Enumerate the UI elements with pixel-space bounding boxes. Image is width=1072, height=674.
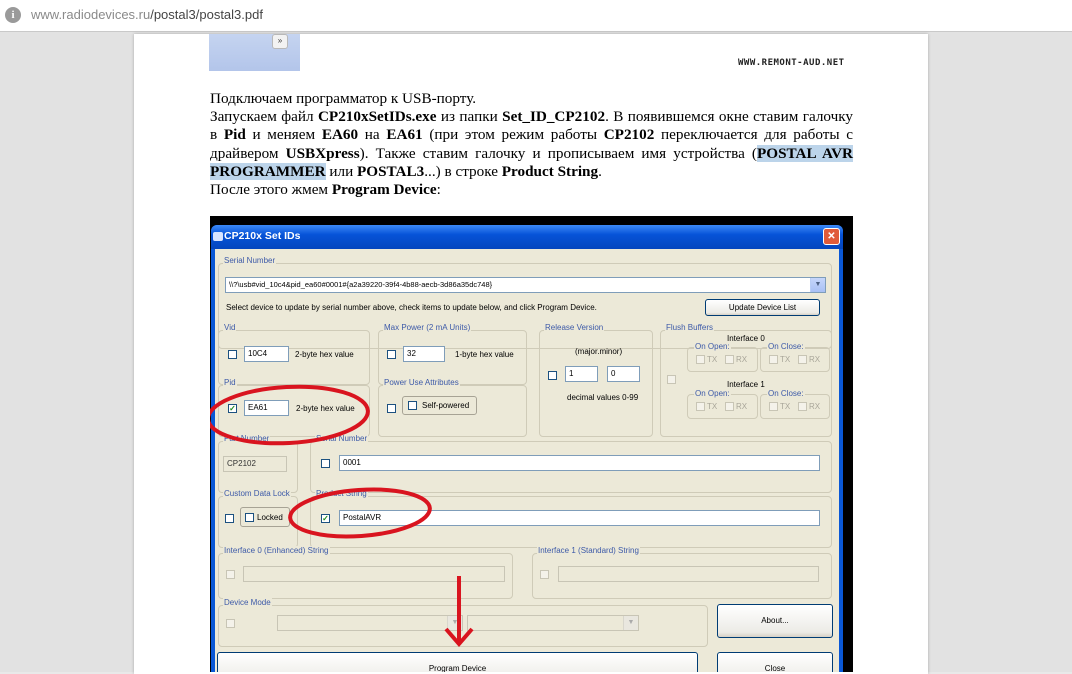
serial-number-input[interactable]: 0001 — [339, 455, 820, 471]
cp210x-window: CP210x Set IDs ✕ Serial Number \\?\usb#v… — [211, 225, 843, 672]
close-icon[interactable]: ✕ — [823, 228, 840, 245]
self-powered-checkbox[interactable] — [408, 401, 417, 410]
custom-data-lock-label: Custom Data Lock — [223, 489, 291, 498]
part-number-label: Part Number — [223, 434, 271, 443]
custom-data-lock-checkbox[interactable] — [225, 514, 234, 523]
iface0-close-tx-checkbox[interactable] — [769, 355, 778, 364]
release-major-input[interactable]: 1 — [565, 366, 598, 382]
paragraph-run: Запускаем файл CP210xSetIDs.exe из папки… — [210, 108, 854, 180]
release-checkbox[interactable] — [548, 371, 557, 380]
decimal-values-label: decimal values 0-99 — [567, 393, 639, 402]
hint-text: Select device to update by serial number… — [226, 303, 597, 312]
iface1-open-tx-checkbox[interactable] — [696, 402, 705, 411]
power-use-label: Power Use Attributes — [383, 378, 460, 387]
chevron-down-icon[interactable]: ▼ — [810, 278, 825, 292]
interface1-string-input[interactable] — [558, 566, 819, 582]
product-string-checkbox[interactable]: ✓ — [321, 514, 330, 523]
flush-buffers-label: Flush Buffers — [665, 323, 714, 332]
url-host: www.radiodevices.ru — [31, 7, 151, 22]
about-button[interactable]: About... — [717, 604, 833, 638]
vid-checkbox[interactable] — [228, 350, 237, 359]
product-string-label: Product String — [315, 489, 368, 498]
release-version-label: Release Version — [544, 323, 605, 332]
update-device-list-button[interactable]: Update Device List — [705, 299, 820, 316]
rx-label: RX — [736, 402, 748, 411]
interface1-label: Interface 1 — [727, 380, 765, 389]
app-icon — [213, 232, 223, 241]
interface0-string-checkbox[interactable] — [226, 570, 235, 579]
iface1-open-rx-checkbox[interactable] — [725, 402, 734, 411]
locked-label: Locked — [257, 513, 283, 522]
window-title: CP210x Set IDs — [224, 230, 301, 242]
max-power-checkbox[interactable] — [387, 350, 396, 359]
iface0-close-rx-checkbox[interactable] — [798, 355, 807, 364]
device-mode-label: Device Mode — [223, 598, 272, 607]
vid-label: Vid — [223, 323, 237, 332]
tx-label: TX — [707, 402, 718, 411]
iface0-open-rx-checkbox[interactable] — [725, 355, 734, 364]
rx-label: RX — [809, 355, 821, 364]
serial-number-dropdown[interactable]: \\?\usb#vid_10c4&pid_ea60#0001#{a2a39220… — [225, 277, 826, 293]
rx-label: RX — [736, 355, 748, 364]
url-path: /postal3/postal3.pdf — [150, 7, 263, 22]
chevron-down-icon: ▼ — [623, 616, 638, 630]
interface0-string-label: Interface 0 (Enhanced) String — [223, 546, 330, 555]
tx-label: TX — [780, 402, 791, 411]
device-mode-dropdown-1[interactable]: ▼ — [467, 615, 639, 631]
serial-number-checkbox[interactable] — [321, 459, 330, 468]
device-mode-checkbox[interactable] — [226, 619, 235, 628]
pid-input[interactable]: EA61 — [244, 400, 289, 416]
pid-hex-label: 2-byte hex value — [296, 404, 355, 413]
interface0-string-input[interactable] — [243, 566, 505, 582]
iface0-on-open-label: On Open: — [694, 342, 731, 351]
chevron-double-down-icon: » — [272, 34, 288, 49]
major-minor-label: (major.minor) — [575, 347, 623, 356]
instruction-text: Подключаем программатор к USB-порту. Зап… — [210, 90, 853, 199]
watermark: WWW.REMONT-AUD.NET — [738, 58, 845, 68]
locked-checkbox[interactable] — [245, 513, 254, 522]
tx-label: TX — [780, 355, 791, 364]
title-bar: CP210x Set IDs ✕ — [211, 225, 843, 249]
iface0-on-close-label: On Close: — [767, 342, 805, 351]
rx-label: RX — [809, 402, 821, 411]
close-button[interactable]: Close — [717, 652, 833, 672]
iface1-close-rx-checkbox[interactable] — [798, 402, 807, 411]
max-power-input[interactable]: 32 — [403, 346, 445, 362]
tx-label: TX — [707, 355, 718, 364]
iface1-on-close-label: On Close: — [767, 389, 805, 398]
device-mode-dropdown-0[interactable]: ▼ — [277, 615, 463, 631]
serial-number-field-label: Serial Number — [315, 434, 369, 443]
dialog-client: Serial Number \\?\usb#vid_10c4&pid_ea60#… — [215, 249, 839, 672]
address-bar[interactable]: i www.radiodevices.ru/postal3/postal3.pd… — [0, 0, 1072, 32]
interface1-string-checkbox[interactable] — [540, 570, 549, 579]
url-text[interactable]: www.radiodevices.ru/postal3/postal3.pdf — [31, 7, 263, 22]
iface1-close-tx-checkbox[interactable] — [769, 402, 778, 411]
program-device-button[interactable]: Program Device — [217, 652, 698, 672]
chevron-down-icon: ▼ — [447, 616, 462, 630]
iface1-on-open-label: On Open: — [694, 389, 731, 398]
paragraph-program: После этого жмем Program Device: — [210, 181, 441, 199]
interface1-string-label: Interface 1 (Standard) String — [537, 546, 640, 555]
part-number-field: CP2102 — [223, 456, 287, 472]
info-icon[interactable]: i — [5, 7, 21, 23]
serial-number-label: Serial Number — [223, 256, 277, 265]
top-screenshot-fragment: » — [209, 34, 300, 71]
product-string-input[interactable]: PostalAVR — [339, 510, 820, 526]
iface0-open-tx-checkbox[interactable] — [696, 355, 705, 364]
max-power-label: Max Power (2 mA Units) — [383, 323, 472, 332]
paragraph-connect: Подключаем программатор к USB-порту. — [210, 90, 477, 107]
vid-hex-label: 2-byte hex value — [295, 350, 354, 359]
serial-number-value: \\?\usb#vid_10c4&pid_ea60#0001#{a2a39220… — [229, 280, 493, 289]
flush-buffers-checkbox[interactable] — [667, 375, 676, 384]
pid-label: Pid — [223, 378, 237, 387]
release-minor-input[interactable]: 0 — [607, 366, 640, 382]
self-powered-label: Self-powered — [422, 401, 470, 410]
max-power-hex-label: 1-byte hex value — [455, 350, 514, 359]
power-use-checkbox[interactable] — [387, 404, 396, 413]
pid-checkbox[interactable]: ✓ — [228, 404, 237, 413]
vid-input[interactable]: 10C4 — [244, 346, 289, 362]
dialog-screenshot: CP210x Set IDs ✕ Serial Number \\?\usb#v… — [210, 216, 853, 672]
interface0-label: Interface 0 — [727, 334, 765, 343]
